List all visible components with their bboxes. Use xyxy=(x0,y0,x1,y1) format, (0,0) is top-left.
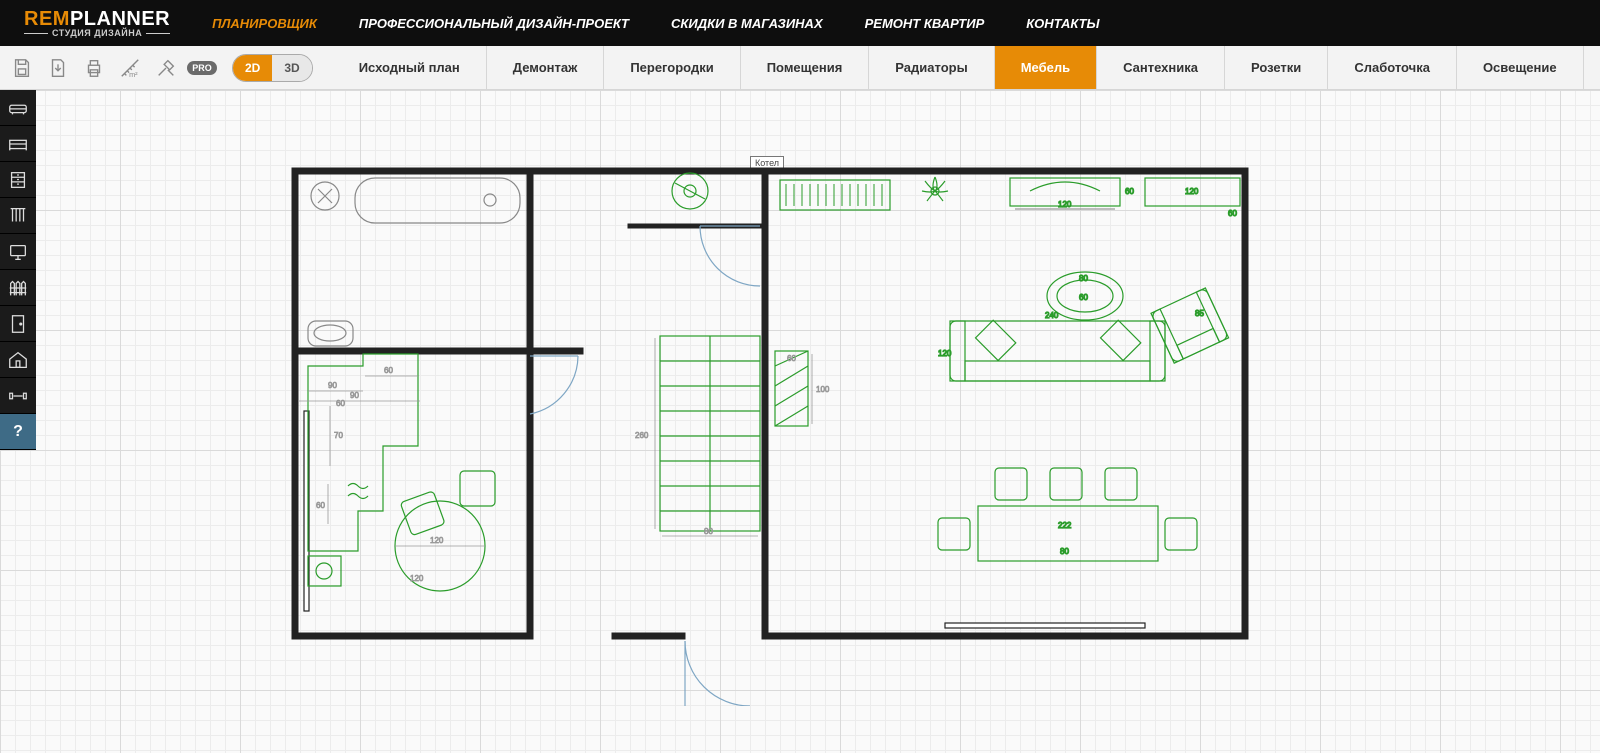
print-icon[interactable] xyxy=(82,56,106,80)
logo-rem: REM xyxy=(24,8,70,30)
svg-text:70: 70 xyxy=(334,431,343,440)
svg-text:60: 60 xyxy=(316,501,325,510)
side-palette: ? xyxy=(0,90,36,450)
bed-icon[interactable] xyxy=(0,126,36,162)
tab-switches[interactable]: Выключатели xyxy=(1584,46,1600,89)
door-icon[interactable] xyxy=(0,306,36,342)
svg-text:60: 60 xyxy=(1125,187,1134,196)
dumbbell-icon[interactable] xyxy=(0,378,36,414)
svg-text:90: 90 xyxy=(328,381,337,390)
tab-lowvoltage[interactable]: Слаботочка xyxy=(1328,46,1457,89)
view-3d[interactable]: 3D xyxy=(272,55,311,81)
toolbar: m² PRO 2D 3D Исходный план Демонтаж Пере… xyxy=(0,46,1600,90)
tab-partitions[interactable]: Перегородки xyxy=(604,46,740,89)
pro-icon[interactable]: PRO xyxy=(190,56,214,80)
tab-source[interactable]: Исходный план xyxy=(333,46,487,89)
drawers-icon[interactable] xyxy=(0,162,36,198)
svg-text:120: 120 xyxy=(1185,187,1199,196)
nav-item-design[interactable]: ПРОФЕССИОНАЛЬНЫЙ ДИЗАЙН-ПРОЕКТ xyxy=(359,16,629,31)
svg-text:85: 85 xyxy=(1195,309,1204,318)
nav-item-renovation[interactable]: РЕМОНТ КВАРТИР xyxy=(865,16,985,31)
curtain-icon[interactable] xyxy=(0,198,36,234)
toolbar-tools: m² PRO 2D 3D xyxy=(0,46,333,89)
nav-item-discounts[interactable]: СКИДКИ В МАГАЗИНАХ xyxy=(671,16,823,31)
svg-text:240: 240 xyxy=(1045,311,1059,320)
svg-text:60: 60 xyxy=(1228,209,1237,218)
tab-lighting[interactable]: Освещение xyxy=(1457,46,1584,89)
nav-item-planner[interactable]: ПЛАНИРОВЩИК xyxy=(212,16,317,31)
tab-sockets[interactable]: Розетки xyxy=(1225,46,1328,89)
svg-text:80: 80 xyxy=(704,527,713,536)
house-icon[interactable] xyxy=(0,342,36,378)
svg-text:120: 120 xyxy=(430,536,444,545)
svg-text:100: 100 xyxy=(816,385,830,394)
save-icon[interactable] xyxy=(10,56,34,80)
svg-text:120: 120 xyxy=(410,574,424,583)
svg-text:120: 120 xyxy=(938,349,952,358)
svg-text:60: 60 xyxy=(787,354,796,363)
svg-text:222: 222 xyxy=(1058,521,1072,530)
fence-icon[interactable] xyxy=(0,270,36,306)
export-icon[interactable] xyxy=(46,56,70,80)
tab-plumbing[interactable]: Сантехника xyxy=(1097,46,1225,89)
svg-text:60: 60 xyxy=(1079,293,1088,302)
floorplan-svg: 90 60 90 70 60 120 120 60 xyxy=(290,166,1250,706)
tab-furniture[interactable]: Мебель xyxy=(995,46,1097,89)
svg-text:60: 60 xyxy=(336,399,345,408)
sofa-icon[interactable] xyxy=(0,90,36,126)
view-toggle: 2D 3D xyxy=(232,54,313,82)
monitor-icon[interactable] xyxy=(0,234,36,270)
svg-text:80: 80 xyxy=(1060,547,1069,556)
logo-tagline: СТУДИЯ ДИЗАЙНА xyxy=(24,29,170,38)
svg-text:90: 90 xyxy=(350,391,359,400)
help-button[interactable]: ? xyxy=(0,414,36,450)
svg-text:260: 260 xyxy=(635,431,649,440)
svg-text:m²: m² xyxy=(129,70,138,79)
nav-item-contacts[interactable]: КОНТАКТЫ xyxy=(1026,16,1099,31)
tab-rooms[interactable]: Помещения xyxy=(741,46,870,89)
logo[interactable]: REMPLANNER СТУДИЯ ДИЗАЙНА xyxy=(24,9,170,38)
canvas[interactable]: Котел xyxy=(0,90,1600,753)
view-2d[interactable]: 2D xyxy=(233,55,272,81)
svg-text:120: 120 xyxy=(1058,200,1072,209)
top-nav: REMPLANNER СТУДИЯ ДИЗАЙНА ПЛАНИРОВЩИК ПР… xyxy=(0,0,1600,46)
svg-text:60: 60 xyxy=(384,366,393,375)
tab-demolition[interactable]: Демонтаж xyxy=(487,46,605,89)
tab-radiators[interactable]: Радиаторы xyxy=(869,46,994,89)
plan-tabs: Исходный план Демонтаж Перегородки Помещ… xyxy=(333,46,1600,89)
tools-icon[interactable] xyxy=(154,56,178,80)
floorplan[interactable]: Котел xyxy=(290,166,1250,646)
area-icon[interactable]: m² xyxy=(118,56,142,80)
svg-text:80: 80 xyxy=(1079,274,1088,283)
logo-planner: PLANNER xyxy=(70,8,170,30)
